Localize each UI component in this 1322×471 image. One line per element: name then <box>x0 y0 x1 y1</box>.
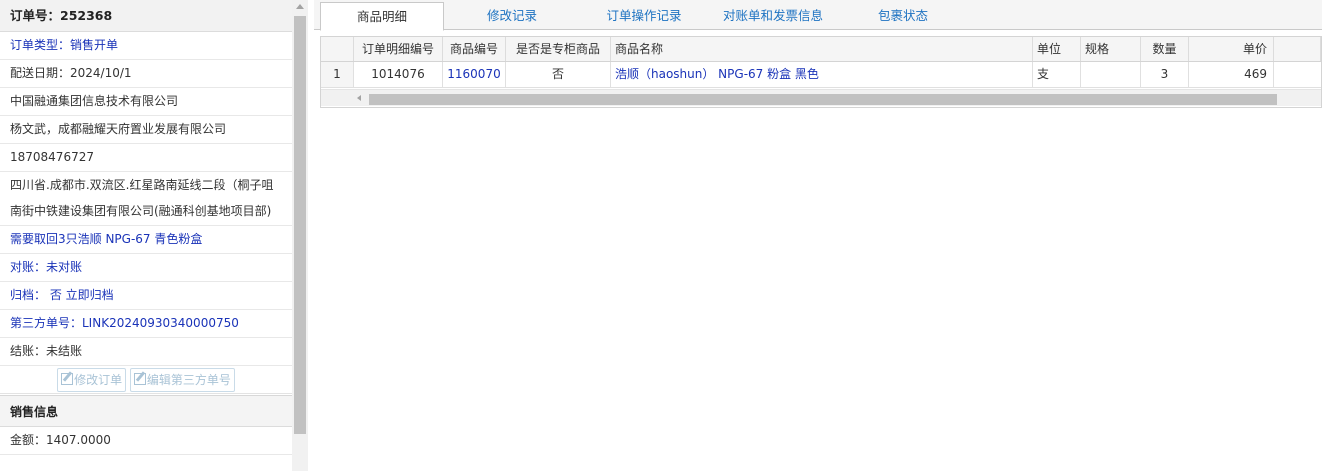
product-name-link[interactable]: 浩顺（haoshun） NPG-67 粉盒 黑色 <box>611 62 1033 87</box>
column-header-exclusive[interactable]: 是否是专柜商品 <box>506 37 611 61</box>
unit-price-cell: 469 <box>1189 62 1274 87</box>
tab-product-details[interactable]: 商品明细 <box>320 2 444 31</box>
scrollbar-thumb[interactable] <box>294 16 306 434</box>
contact-person: 杨文武，成都融耀天府置业发展有限公司 <box>0 116 292 144</box>
reconciliation-status: 对账：未对账 <box>0 254 292 282</box>
detail-area: 商品明细 修改记录 订单操作记录 对账单和发票信息 包裹状态 订单明细编号 商品… <box>314 0 1322 471</box>
settlement-status: 结账：未结账 <box>0 338 292 366</box>
edit-order-button[interactable]: 修改订单 <box>57 368 127 392</box>
column-header-spec[interactable]: 规格 <box>1081 37 1141 61</box>
order-action-bar: 修改订单 编辑第三方单号 <box>0 366 292 394</box>
filler-cell <box>1274 62 1321 87</box>
order-number-header: 订单号：252368 <box>0 0 292 32</box>
exclusive-cell: 否 <box>506 62 611 87</box>
spec-cell <box>1081 62 1141 87</box>
scroll-left-icon[interactable] <box>357 95 361 101</box>
horizontal-scrollbar-thumb[interactable] <box>369 94 1277 105</box>
tab-bar: 商品明细 修改记录 订单操作记录 对账单和发票信息 包裹状态 <box>314 0 1322 31</box>
grid-header-row: 订单明细编号 商品编号 是否是专柜商品 商品名称 单位 规格 数量 单价 <box>321 37 1321 62</box>
order-info-panel: 订单号：252368 订单类型：销售开单 配送日期：2024/10/1 中国融通… <box>0 0 308 471</box>
column-header-index <box>321 37 354 61</box>
tab-statement-invoice[interactable]: 对账单和发票信息 <box>710 2 836 30</box>
customer-company: 中国融通集团信息技术有限公司 <box>0 88 292 116</box>
tab-order-operation-log[interactable]: 订单操作记录 <box>578 2 710 30</box>
column-header-detail-no[interactable]: 订单明细编号 <box>354 37 443 61</box>
left-panel-scrollbar[interactable] <box>292 0 308 471</box>
column-header-product-code[interactable]: 商品编号 <box>443 37 506 61</box>
column-header-quantity[interactable]: 数量 <box>1141 37 1189 61</box>
column-header-unit-price[interactable]: 单价 <box>1189 37 1274 61</box>
product-code-link[interactable]: 1160070 <box>443 62 506 87</box>
scroll-up-icon[interactable] <box>296 4 304 9</box>
edit-icon <box>133 373 146 385</box>
column-header-unit[interactable]: 单位 <box>1033 37 1081 61</box>
row-index: 1 <box>321 62 354 87</box>
column-header-product-name[interactable]: 商品名称 <box>611 37 1033 61</box>
edit-third-party-label: 编辑第三方单号 <box>146 373 231 387</box>
grid-horizontal-scrollbar[interactable] <box>321 89 1321 106</box>
edit-order-label: 修改订单 <box>74 373 123 387</box>
edit-third-party-button[interactable]: 编辑第三方单号 <box>129 368 235 392</box>
contact-phone: 18708476727 <box>0 144 292 172</box>
delivery-date: 配送日期：2024/10/1 <box>0 60 292 88</box>
sales-info-header: 销售信息 <box>0 395 292 427</box>
table-row[interactable]: 1 1014076 1160070 否 浩顺（haoshun） NPG-67 粉… <box>321 62 1321 88</box>
product-grid: 订单明细编号 商品编号 是否是专柜商品 商品名称 单位 规格 数量 单价 1 1… <box>320 36 1322 108</box>
tab-modification-log[interactable]: 修改记录 <box>446 2 578 30</box>
order-number: 252368 <box>60 8 113 23</box>
quantity-cell: 3 <box>1141 62 1189 87</box>
tab-package-status[interactable]: 包裹状态 <box>848 2 958 30</box>
column-header-filler <box>1274 37 1321 61</box>
order-note: 需要取回3只浩顺 NPG-67 青色粉盒 <box>0 226 292 254</box>
order-number-label: 订单号： <box>10 8 61 23</box>
third-party-order-number: 第三方单号：LINK20240930340000750 <box>0 310 292 338</box>
archive-status[interactable]: 归档： 否 立即归档 <box>0 282 292 310</box>
unit-cell: 支 <box>1033 62 1081 87</box>
sales-amount: 金额：1407.0000 <box>0 427 292 455</box>
order-info-content: 订单号：252368 订单类型：销售开单 配送日期：2024/10/1 中国融通… <box>0 0 292 471</box>
detail-number-cell: 1014076 <box>354 62 443 87</box>
order-type: 订单类型：销售开单 <box>0 32 292 60</box>
edit-icon <box>61 373 74 385</box>
delivery-address: 四川省.成都市.双流区.红星路南延线二段（桐子咀南街中铁建设集团有限公司(融通科… <box>0 172 292 226</box>
